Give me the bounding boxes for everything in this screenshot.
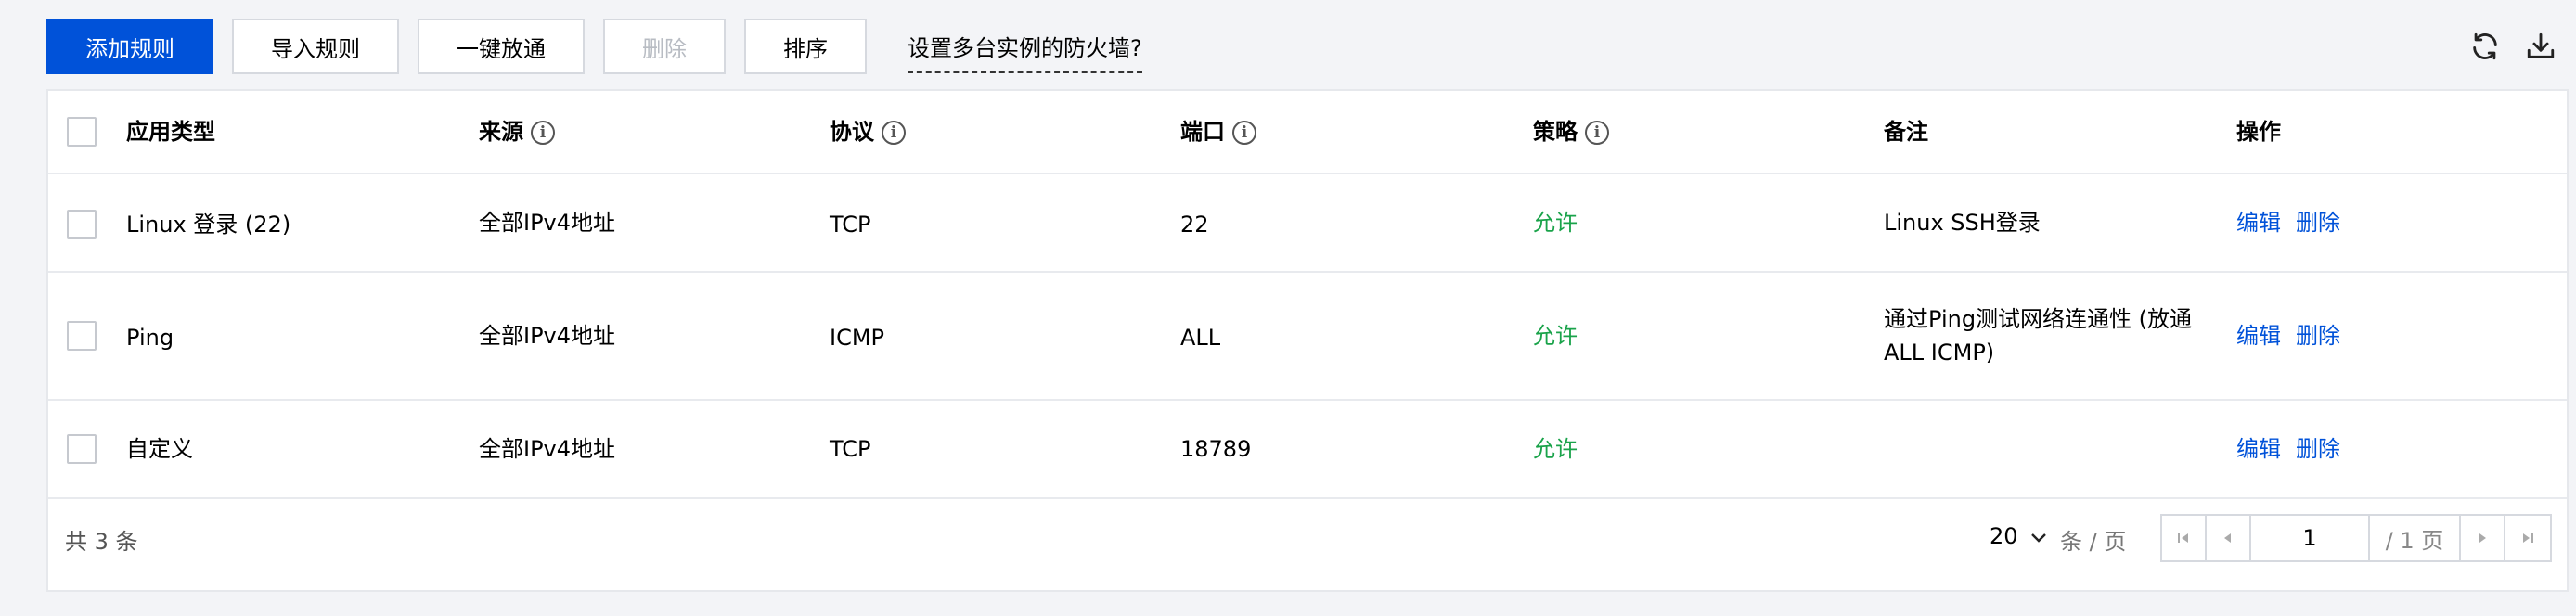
source-cell: 全部IPv4地址 <box>479 436 616 462</box>
download-icon[interactable] <box>2520 26 2561 67</box>
pagination: 1 / 1 页 <box>2160 514 2552 562</box>
delete-button[interactable]: 删除 <box>603 19 726 74</box>
table-header: 应用类型 来源 i 协议 i 端口 i 策略 i 备注 操作 <box>48 91 2567 174</box>
column-header-label: 来源 <box>479 119 523 145</box>
protocol-cell: TCP <box>830 436 871 462</box>
last-page-icon[interactable] <box>2505 516 2550 560</box>
toolbar: 添加规则 导入规则 一键放通 删除 排序 设置多台实例的防火墙? <box>0 0 2576 89</box>
info-icon[interactable]: i <box>531 121 555 145</box>
column-header-actions: 操作 <box>2236 119 2281 145</box>
column-header-label: 协议 <box>830 119 874 145</box>
note-cell: Linux SSH登录 <box>1884 210 2041 236</box>
source-cell: 全部IPv4地址 <box>479 323 616 349</box>
add-rule-button[interactable]: 添加规则 <box>46 19 213 74</box>
info-icon[interactable]: i <box>1232 121 1256 145</box>
one-click-allow-button[interactable]: 一键放通 <box>418 19 585 74</box>
edit-link[interactable]: 编辑 <box>2236 206 2281 239</box>
info-icon[interactable]: i <box>1585 121 1609 145</box>
row-checkbox[interactable] <box>67 434 97 464</box>
column-header-policy: 策略 i <box>1533 115 1609 148</box>
app-type-cell: Ping <box>126 325 174 351</box>
table-row: Linux 登录 (22) 全部IPv4地址 TCP 22 允许 Linux S… <box>48 174 2567 273</box>
protocol-cell: TCP <box>830 212 871 237</box>
chevron-down-icon <box>2030 524 2047 550</box>
first-page-icon[interactable] <box>2162 516 2207 560</box>
edit-link[interactable]: 编辑 <box>2236 319 2281 353</box>
multi-instance-firewall-link[interactable]: 设置多台实例的防火墙? <box>908 30 1142 73</box>
refresh-icon[interactable] <box>2465 26 2505 67</box>
delete-link[interactable]: 删除 <box>2296 432 2340 466</box>
note-cell-line2: ALL ICMP) <box>1884 340 1995 366</box>
edit-link[interactable]: 编辑 <box>2236 432 2281 466</box>
port-cell: 18789 <box>1180 436 1252 462</box>
row-checkbox[interactable] <box>67 210 97 239</box>
total-count: 共 3 条 <box>65 529 138 555</box>
port-cell: 22 <box>1180 212 1209 237</box>
column-header-protocol: 协议 i <box>830 115 906 148</box>
column-header-app-type: 应用类型 <box>126 119 215 145</box>
select-all-checkbox[interactable] <box>67 117 97 147</box>
delete-link[interactable]: 删除 <box>2296 206 2340 239</box>
page-size-unit: 条 / 页 <box>2060 529 2127 555</box>
page-size-value: 20 <box>1990 523 2018 549</box>
current-page-input[interactable]: 1 <box>2251 516 2370 560</box>
total-pages: / 1 页 <box>2370 516 2461 560</box>
source-cell: 全部IPv4地址 <box>479 210 616 236</box>
table-row: 自定义 全部IPv4地址 TCP 18789 允许 编辑 删除 <box>48 401 2567 499</box>
column-header-port: 端口 i <box>1180 115 1256 148</box>
prev-page-icon[interactable] <box>2207 516 2251 560</box>
column-header-note: 备注 <box>1884 119 1928 145</box>
note-cell-line1: 通过Ping测试网络连通性 (放通 <box>1884 306 2193 332</box>
table-row: Ping 全部IPv4地址 ICMP ALL 允许 通过Ping测试网络连通性 … <box>48 273 2567 401</box>
port-cell: ALL <box>1180 325 1221 351</box>
page-size-select[interactable]: 20 <box>1990 523 2047 550</box>
column-header-source: 来源 i <box>479 115 555 148</box>
column-header-label: 端口 <box>1180 119 1225 145</box>
policy-cell: 允许 <box>1533 210 1578 236</box>
app-type-cell: Linux 登录 (22) <box>126 212 291 237</box>
policy-cell: 允许 <box>1533 323 1578 349</box>
next-page-icon[interactable] <box>2461 516 2505 560</box>
protocol-cell: ICMP <box>830 325 885 351</box>
info-icon[interactable]: i <box>882 121 906 145</box>
import-rule-button[interactable]: 导入规则 <box>232 19 399 74</box>
app-type-cell: 自定义 <box>126 436 193 462</box>
column-header-label: 策略 <box>1533 119 1578 145</box>
sort-button[interactable]: 排序 <box>744 19 867 74</box>
firewall-rules-table: 应用类型 来源 i 协议 i 端口 i 策略 i 备注 操作 Linux 登录 (22)… <box>46 89 2569 592</box>
policy-cell: 允许 <box>1533 436 1578 462</box>
row-checkbox[interactable] <box>67 321 97 351</box>
delete-link[interactable]: 删除 <box>2296 319 2340 353</box>
